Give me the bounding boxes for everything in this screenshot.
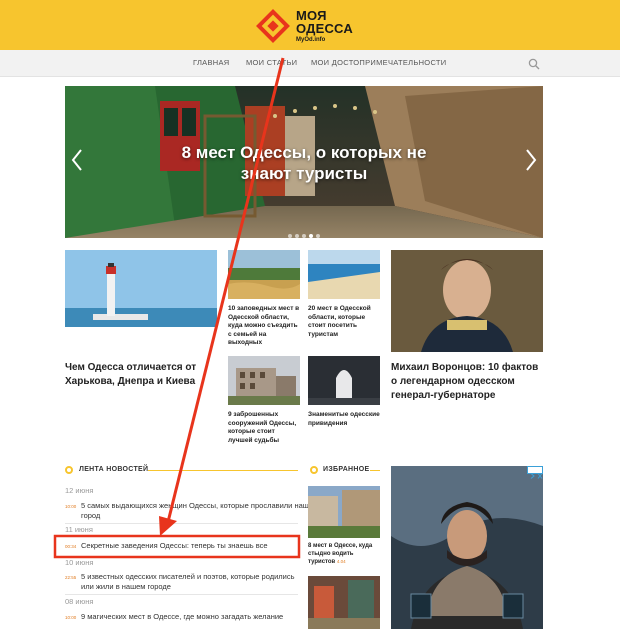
- news-text[interactable]: 5 известных одесских писателей и поэтов,…: [81, 572, 309, 592]
- slider-dot-active[interactable]: [309, 234, 313, 238]
- slider-dots: [65, 225, 543, 238]
- portrait-image: [391, 250, 543, 352]
- divider: [65, 523, 298, 524]
- news-time: 00:34: [65, 544, 77, 549]
- card-title[interactable]: Знаменитые одесские привидения: [308, 411, 380, 428]
- card-odessa-compare[interactable]: Чем Одесса отличается от Харькова, Днепр…: [65, 250, 217, 390]
- card-abandoned[interactable]: 9 заброшенных сооружений Одессы, которые…: [228, 356, 300, 446]
- news-item[interactable]: 22:55 5 известных одесских писателей и п…: [65, 572, 309, 594]
- news-date: 10 июня: [65, 558, 94, 567]
- favorite-item[interactable]: 8 мест в Одессе, куда стыдно водить тури…: [308, 486, 380, 568]
- news-time: 22:55: [65, 575, 77, 580]
- site-header: МОЯ ОДЕССА MyOd.info: [0, 0, 620, 50]
- favorite-title[interactable]: 8 мест в Одессе, куда стыдно водить тури…: [308, 542, 380, 566]
- search-icon[interactable]: [528, 57, 540, 70]
- news-date: 08 июня: [65, 597, 94, 606]
- slider-dot[interactable]: [295, 234, 299, 238]
- slider-dot[interactable]: [316, 234, 320, 238]
- card-title[interactable]: 20 мест в Одесской области, которые стои…: [308, 305, 380, 339]
- slider-next-icon[interactable]: [525, 148, 537, 172]
- slider-dot[interactable]: [288, 234, 292, 238]
- logo-diamond-icon: [256, 9, 290, 43]
- logo-text: МОЯ ОДЕССА MyOd.info: [296, 9, 353, 43]
- favorites-heading-icon: [310, 466, 318, 474]
- hero-slider[interactable]: 8 мест Одессы, о которых не знают турист…: [65, 86, 543, 238]
- favorite-date: 4.04: [336, 559, 346, 564]
- news-item-highlighted[interactable]: 00:34 Секретные заведения Одессы: теперь…: [65, 541, 309, 553]
- nav-item-sights[interactable]: МОИ ДОСТОПРИМЕЧАТЕЛЬНОСТИ: [311, 58, 446, 67]
- favorite-image-2[interactable]: [308, 576, 380, 629]
- divider: [65, 594, 298, 595]
- news-date: 11 июня: [65, 525, 93, 534]
- card-reserves[interactable]: 10 заповедных мест в Одесской области, к…: [228, 250, 300, 348]
- divider: [65, 556, 298, 557]
- nav-item-home[interactable]: ГЛАВНАЯ: [193, 58, 230, 67]
- ad-image: [391, 466, 543, 629]
- news-text[interactable]: Секретные заведения Одессы: теперь ты зн…: [81, 541, 309, 551]
- nav-item-articles[interactable]: МОИ СТАТЬИ: [246, 58, 297, 67]
- advertisement-banner[interactable]: [391, 466, 543, 629]
- slider-prev-icon[interactable]: [71, 148, 83, 172]
- card-region-places[interactable]: 20 мест в Одесской области, которые стои…: [308, 250, 380, 348]
- card-title[interactable]: Чем Одесса отличается от Харькова, Днепр…: [65, 361, 217, 389]
- news-text[interactable]: 9 магических мест в Одессе, где можно за…: [81, 612, 309, 622]
- lighthouse-image: [65, 250, 217, 327]
- favorites-heading: ИЗБРАННОЕ: [323, 466, 370, 473]
- favorite-image: [308, 486, 380, 538]
- site-logo[interactable]: МОЯ ОДЕССА MyOd.info: [256, 9, 353, 43]
- logo-domain: MyOd.info: [296, 37, 326, 43]
- news-time: 10:00: [65, 504, 77, 509]
- news-text[interactable]: 5 самых выдающихся женщин Одессы, которы…: [81, 501, 309, 521]
- beach-image: [308, 250, 380, 299]
- main-nav: ГЛАВНАЯ МОИ СТАТЬИ МОИ ДОСТОПРИМЕЧАТЕЛЬН…: [0, 50, 620, 77]
- card-title[interactable]: Михаил Воронцов: 10 фактов о легендарном…: [391, 361, 543, 403]
- heading-line: [370, 470, 380, 471]
- news-item[interactable]: 10:00 9 магических мест в Одессе, где мо…: [65, 612, 309, 624]
- logo-line2: ОДЕССА: [296, 21, 353, 36]
- card-ghosts[interactable]: Знаменитые одесские привидения: [308, 356, 380, 446]
- hero-title[interactable]: 8 мест Одессы, о которых не знают турист…: [65, 142, 543, 184]
- ad-close-icon[interactable]: [527, 466, 543, 479]
- heading-line: [148, 470, 298, 471]
- slider-dot[interactable]: [302, 234, 306, 238]
- ghost-image: [308, 356, 380, 405]
- news-time: 10:00: [65, 615, 77, 620]
- card-title[interactable]: 9 заброшенных сооружений Одессы, которые…: [228, 411, 300, 445]
- abandoned-image: [228, 356, 300, 405]
- card-vorontsov[interactable]: Михаил Воронцов: 10 фактов о легендарном…: [391, 250, 543, 403]
- reserve-image: [228, 250, 300, 299]
- card-title[interactable]: 10 заповедных мест в Одесской области, к…: [228, 305, 300, 348]
- news-date: 12 июня: [65, 486, 94, 495]
- news-heading-icon: [65, 466, 73, 474]
- news-item[interactable]: 10:00 5 самых выдающихся женщин Одессы, …: [65, 501, 309, 523]
- news-heading: ЛЕНТА НОВОСТЕЙ: [79, 466, 149, 473]
